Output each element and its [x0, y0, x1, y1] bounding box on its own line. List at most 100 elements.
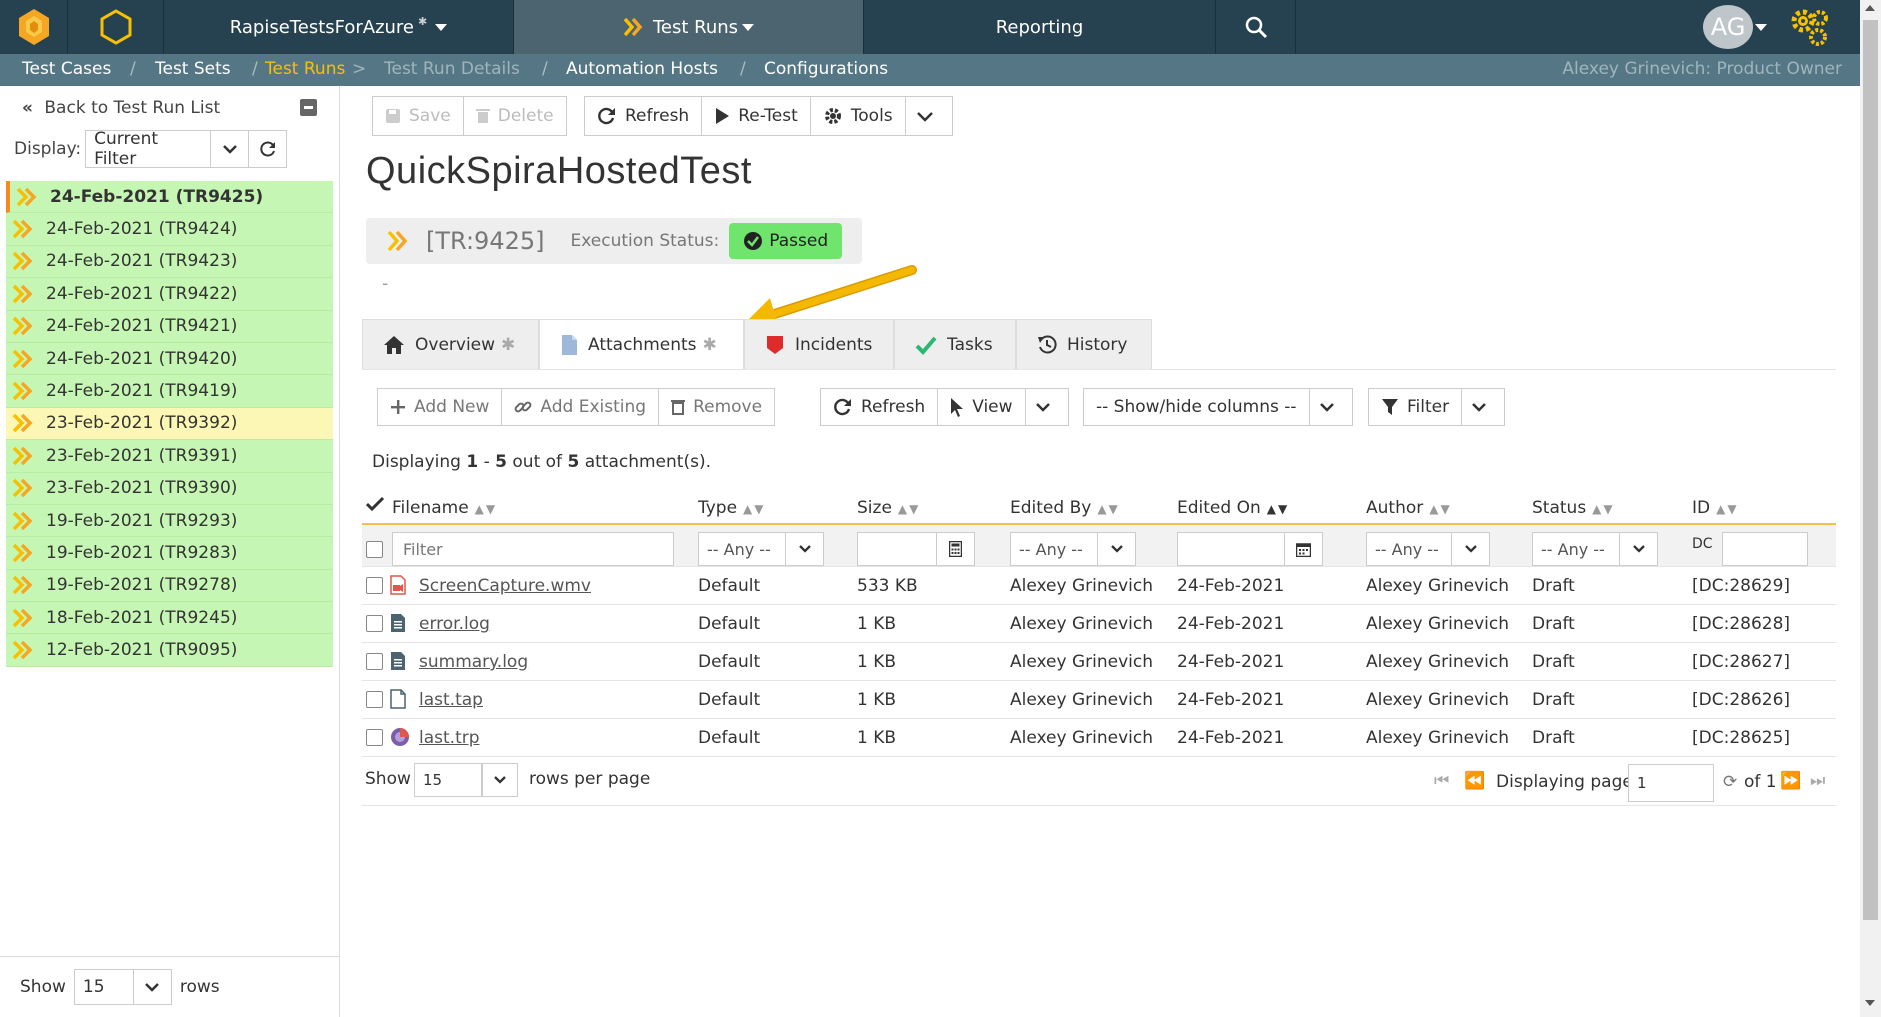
crumb-configurations[interactable]: Configurations: [764, 59, 888, 79]
rows-count-dropdown[interactable]: [133, 969, 172, 1005]
tab-tasks[interactable]: Tasks: [894, 319, 1016, 370]
tools-dropdown[interactable]: [905, 96, 953, 136]
previous-page-icon[interactable]: ⏪: [1464, 771, 1485, 791]
author-filter-select[interactable]: -- Any --: [1366, 532, 1490, 566]
last-page-icon[interactable]: ⏭: [1810, 771, 1825, 791]
col-id[interactable]: ID ▲▼: [1692, 498, 1739, 518]
table-row[interactable]: last.tap Default 1 KB Alexey Grinevich 24-Fe…: [362, 681, 1836, 719]
row-checkbox[interactable]: [366, 653, 383, 670]
col-author[interactable]: Author ▲▼: [1366, 498, 1452, 518]
workspace-switcher[interactable]: [68, 0, 164, 54]
col-status[interactable]: Status ▲▼: [1532, 498, 1615, 518]
filter-dropdown[interactable]: [1462, 388, 1506, 426]
col-type[interactable]: Type ▲▼: [698, 498, 766, 518]
refresh-list-button[interactable]: [249, 130, 288, 168]
table-row[interactable]: last.trp Default 1 KB Alexey Grinevich 24-Fe…: [362, 719, 1836, 757]
filename-link[interactable]: ScreenCapture.wmv: [419, 576, 591, 596]
show-hide-columns-dropdown[interactable]: [1309, 388, 1353, 426]
row-checkbox[interactable]: [366, 729, 383, 746]
test-run-list-item[interactable]: 24-Feb-2021 (TR9419): [6, 375, 333, 408]
filename-link[interactable]: summary.log: [419, 652, 528, 672]
delete-button[interactable]: Delete: [463, 96, 567, 136]
calculator-button[interactable]: [936, 533, 974, 565]
display-filter-select[interactable]: Current Filter: [85, 129, 212, 169]
filename-filter-input[interactable]: Filter: [392, 532, 674, 566]
nav-test-runs[interactable]: Test Runs: [514, 0, 864, 54]
remove-button[interactable]: Remove: [659, 388, 776, 426]
filename-link[interactable]: error.log: [419, 614, 490, 634]
col-edited-on[interactable]: Edited On ▲▼: [1177, 498, 1289, 518]
test-run-list-item[interactable]: 23-Feb-2021 (TR9390): [6, 472, 333, 505]
test-run-list-item[interactable]: 24-Feb-2021 (TR9423): [6, 245, 333, 279]
collapse-panel-button[interactable]: [300, 99, 317, 116]
sort-arrows-icon[interactable]: ▲▼: [1592, 502, 1614, 516]
scroll-down-icon[interactable]: [1865, 1000, 1875, 1006]
save-button[interactable]: Save: [372, 96, 464, 136]
sort-arrows-icon[interactable]: ▲▼: [743, 502, 765, 516]
select-all-check-icon[interactable]: [366, 496, 384, 512]
table-row[interactable]: ScreenCapture.wmv Default 533 KB Alexey Gri…: [362, 567, 1836, 605]
scroll-up-icon[interactable]: [1865, 5, 1875, 11]
view-button[interactable]: View: [938, 388, 1026, 426]
crumb-test-sets[interactable]: Test Sets: [155, 59, 231, 79]
author-filter-dropdown[interactable]: [1451, 533, 1489, 565]
sort-arrows-icon[interactable]: ▲▼: [475, 502, 497, 516]
retest-button[interactable]: Re-Test: [702, 96, 811, 136]
project-selector[interactable]: RapiseTestsForAzure ✱: [164, 0, 514, 54]
id-filter-input[interactable]: [1722, 532, 1808, 566]
status-filter-dropdown[interactable]: [1619, 533, 1657, 565]
add-existing-button[interactable]: Add Existing: [502, 388, 660, 426]
sort-arrows-icon[interactable]: ▲▼: [1429, 502, 1451, 516]
test-run-list-item[interactable]: 24-Feb-2021 (TR9422): [6, 278, 333, 311]
spira-logo[interactable]: [0, 0, 68, 54]
calendar-button[interactable]: [1284, 533, 1322, 565]
edited-by-filter-select[interactable]: -- Any --: [1010, 532, 1136, 566]
sort-arrows-icon[interactable]: ▲▼: [898, 502, 920, 516]
test-run-list-item[interactable]: 24-Feb-2021 (TR9425): [6, 181, 333, 214]
edited-on-filter-input[interactable]: [1177, 532, 1323, 566]
status-filter-select[interactable]: -- Any --: [1532, 532, 1658, 566]
col-size[interactable]: Size ▲▼: [857, 498, 920, 518]
show-hide-columns-select[interactable]: -- Show/hide columns --: [1083, 388, 1310, 426]
test-run-list-item[interactable]: 23-Feb-2021 (TR9392): [6, 407, 333, 441]
admin-button[interactable]: [1770, 0, 1850, 54]
sort-arrows-icon[interactable]: ▲▼: [1097, 502, 1119, 516]
col-edited-by[interactable]: Edited By ▲▼: [1010, 498, 1120, 518]
search-button[interactable]: [1216, 0, 1296, 54]
test-run-list-item[interactable]: 24-Feb-2021 (TR9424): [6, 213, 333, 246]
nav-reporting[interactable]: Reporting: [864, 0, 1216, 54]
test-run-list-item[interactable]: 19-Feb-2021 (TR9278): [6, 569, 333, 603]
row-checkbox[interactable]: [366, 691, 383, 708]
back-to-list-link[interactable]: « Back to Test Run List: [22, 98, 220, 118]
row-checkbox[interactable]: [366, 615, 383, 632]
vertical-scrollbar[interactable]: [1860, 0, 1881, 1017]
display-filter-dropdown[interactable]: [211, 130, 250, 168]
type-filter-dropdown[interactable]: [785, 533, 823, 565]
filter-button[interactable]: Filter: [1368, 388, 1463, 426]
page-number-input[interactable]: 1: [1628, 764, 1714, 802]
size-filter-input[interactable]: [857, 532, 975, 566]
test-run-list-item[interactable]: 19-Feb-2021 (TR9283): [6, 537, 333, 570]
col-filename[interactable]: Filename ▲▼: [392, 498, 497, 518]
refresh-button[interactable]: Refresh: [584, 96, 703, 136]
test-run-list-item[interactable]: 18-Feb-2021 (TR9245): [6, 602, 333, 635]
sort-arrows-icon[interactable]: ▲▼: [1716, 502, 1738, 516]
first-page-icon[interactable]: ⏮: [1434, 771, 1449, 791]
refresh-page-icon[interactable]: ⟳: [1723, 772, 1737, 792]
table-row[interactable]: error.log Default 1 KB Alexey Grinevich 24-F…: [362, 605, 1836, 643]
filename-link[interactable]: last.trp: [419, 728, 480, 748]
sort-desc-icon[interactable]: ▲▼: [1267, 502, 1289, 516]
grid-refresh-button[interactable]: Refresh: [820, 388, 939, 426]
table-row[interactable]: summary.log Default 1 KB Alexey Grinevich 24…: [362, 643, 1836, 681]
view-dropdown[interactable]: [1025, 388, 1069, 426]
test-run-list-item[interactable]: 19-Feb-2021 (TR9293): [6, 504, 333, 538]
page-size-input[interactable]: 15: [414, 763, 482, 797]
crumb-automation-hosts[interactable]: Automation Hosts: [566, 59, 718, 79]
tab-overview[interactable]: Overview ✱: [362, 319, 539, 370]
tab-attachments[interactable]: Attachments ✱: [539, 319, 744, 370]
tools-button[interactable]: Tools: [810, 96, 906, 136]
rows-count-input[interactable]: 15: [73, 969, 134, 1005]
next-page-icon[interactable]: ⏩: [1780, 771, 1801, 791]
row-checkbox[interactable]: [366, 577, 383, 594]
filter-row-checkbox[interactable]: [366, 541, 383, 558]
